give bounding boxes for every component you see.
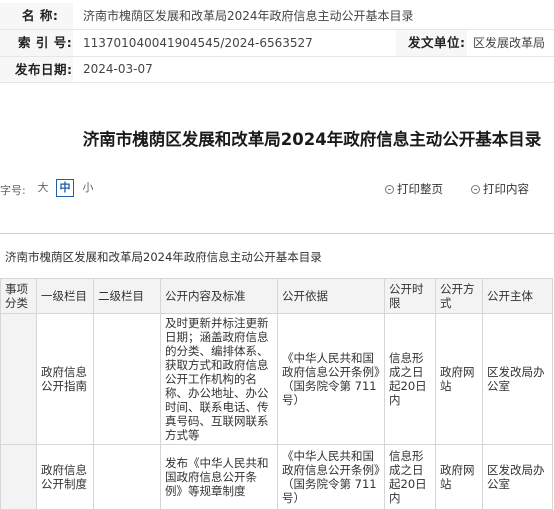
header-basis: 公开依据 xyxy=(277,278,385,314)
issuer-label: 发文单位: xyxy=(408,35,466,50)
print-content-link[interactable]: 打印内容 xyxy=(471,181,529,197)
cell-content: 及时更新并标注更新日期；涵盖政府信息的分类、编排体系、获取方式和政府信息公开工作… xyxy=(160,313,278,445)
header-subject: 公开主体 xyxy=(482,278,553,314)
font-size-large-button[interactable]: 大 xyxy=(37,179,49,197)
font-size-small-button[interactable]: 小 xyxy=(82,179,94,197)
table-caption: 济南市槐荫区发展和改革局2024年政府信息主动公开基本目录 xyxy=(0,233,554,278)
issuer-value: 区发展改革局 xyxy=(467,30,554,56)
cell-subject: 区发改局办公室 xyxy=(482,313,553,445)
table-caption-text: 济南市槐荫区发展和改革局2024年政府信息主动公开基本目录 xyxy=(5,250,322,264)
font-size-medium-button[interactable]: 中 xyxy=(56,179,74,197)
page-title: 济南市槐荫区发展和改革局2024年政府信息主动公开基本目录 xyxy=(82,130,542,149)
cell-time-limit: 信息形成之日起20日内 xyxy=(384,313,436,445)
index-label: 索 引 号: xyxy=(18,35,73,50)
cell-method: 政府网站 xyxy=(435,313,483,445)
date-value: 2024-03-07 xyxy=(73,57,396,82)
cell-category xyxy=(0,313,37,445)
header-level1: 一级栏目 xyxy=(36,278,94,314)
header-method: 公开方式 xyxy=(435,278,483,314)
meta-row-name: 名 称: 济南市槐荫区发展和改革局2024年政府信息主动公开基本目录 xyxy=(0,3,554,30)
header-content: 公开内容及标准 xyxy=(160,278,278,314)
header-time-limit: 公开时限 xyxy=(384,278,436,314)
meta-row-index: 索 引 号: 113701040041904545/2024-6563527 发… xyxy=(0,30,554,57)
print-content-label: 打印内容 xyxy=(483,182,529,196)
table-row: 政府信息公开指南 及时更新并标注更新日期；涵盖政府信息的分类、编排体系、获取方式… xyxy=(0,313,553,445)
font-size-label: 字号: xyxy=(0,184,26,197)
cell-basis: 《中华人民共和国政府信息公开条例》（国务院令第 711 号） xyxy=(277,313,385,445)
meta-row-date: 发布日期: 2024-03-07 xyxy=(0,57,554,83)
print-icon xyxy=(385,185,394,194)
header-level2: 二级栏目 xyxy=(93,278,161,314)
print-icon xyxy=(471,185,480,194)
print-page-link[interactable]: 打印整页 xyxy=(385,181,443,197)
meta-blank-cell xyxy=(396,57,554,82)
header-category: 事项分类 xyxy=(0,278,37,314)
date-label: 发布日期: xyxy=(15,62,73,77)
directory-table: 事项分类 一级栏目 二级栏目 公开内容及标准 公开依据 公开时限 公开方式 公开… xyxy=(0,278,553,510)
font-size-toolbar: 字号: 大 中 小 打印整页 打印内容 xyxy=(0,179,554,199)
cell-level1: 政府信息公开指南 xyxy=(36,313,94,445)
name-label: 名 称: xyxy=(22,8,59,23)
index-value: 113701040041904545/2024-6563527 xyxy=(73,30,396,56)
table-header-row: 事项分类 一级栏目 二级栏目 公开内容及标准 公开依据 公开时限 公开方式 公开… xyxy=(0,278,553,314)
cell-level2 xyxy=(93,313,161,445)
name-value: 济南市槐荫区发展和改革局2024年政府信息主动公开基本目录 xyxy=(73,3,554,29)
print-page-label: 打印整页 xyxy=(397,182,443,196)
